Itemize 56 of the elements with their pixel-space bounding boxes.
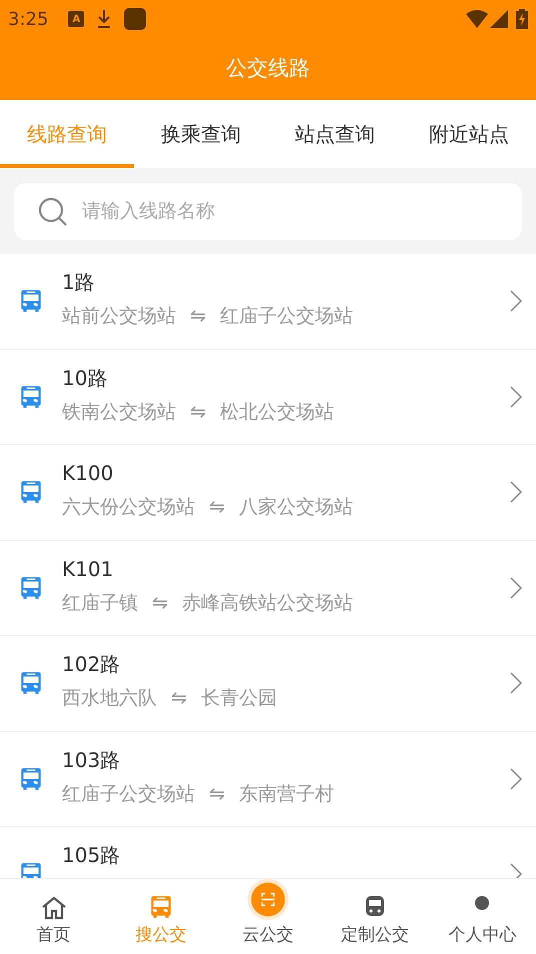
direction-icon: ⇋ <box>171 685 187 711</box>
tab[interactable]: 站点查询 <box>268 100 402 168</box>
chevron-icon <box>510 576 522 599</box>
signal-icon <box>490 10 508 28</box>
chevron-icon <box>510 672 522 694</box>
route-end: 红庙子公交场站 <box>220 304 353 329</box>
route-name: 10路 <box>62 364 108 390</box>
route-start: 铁南公交场站 <box>62 400 176 424</box>
route-start: 西水地六队 <box>62 686 157 711</box>
route-row[interactable]: K100 六大份公交场站 ⇋ 八家公交场站 <box>0 445 536 540</box>
route-start: 红庙子镇 <box>62 590 138 616</box>
route-start: 六大份公交场站 <box>62 495 195 520</box>
chevron-icon <box>510 290 522 312</box>
route-end: 八家公交场站 <box>238 495 353 520</box>
route-end: 赤峰高铁站公交场站 <box>182 590 353 616</box>
route-name: 1路 <box>62 269 96 295</box>
nav-tab[interactable]: 定制公交 <box>322 879 429 954</box>
status-time: 3:25 <box>8 8 48 32</box>
route-name: K100 <box>62 460 114 486</box>
route-end: 东南营子村 <box>238 782 334 806</box>
route-name: 105路 <box>62 842 122 868</box>
nav-tab[interactable]: 首页 <box>0 879 108 954</box>
chevron-icon <box>510 481 522 504</box>
chevron-icon <box>510 768 522 790</box>
search-icon <box>38 196 68 226</box>
route-name: 102路 <box>62 651 122 677</box>
home-icon <box>40 896 67 920</box>
nav-tab[interactable]: 个人中心 <box>428 879 536 954</box>
direction-icon: ⇋ <box>209 494 225 520</box>
wifi-icon <box>466 10 488 28</box>
route-start: 站前公交场站 <box>62 304 176 329</box>
direction-icon: ⇋ <box>209 780 225 806</box>
route-start: 红庙子公交场站 <box>62 782 195 806</box>
search-bar[interactable]: 请输入线路名称 <box>14 183 522 240</box>
direction-icon: ⇋ <box>190 303 206 329</box>
direction-icon: ⇋ <box>190 398 206 424</box>
route-end: 松北公交场站 <box>220 400 334 424</box>
tab[interactable]: 换乘查询 <box>134 100 268 168</box>
download-icon <box>96 9 112 29</box>
direction-icon: ⇋ <box>152 590 168 616</box>
route-row[interactable]: 102路 西水地六队 ⇋ 长青公园 <box>0 636 536 732</box>
route-row[interactable]: 1路 站前公交场站 ⇋ 红庙子公交场站 <box>0 254 536 350</box>
route-end: 长青公园 <box>200 686 277 711</box>
route-row[interactable]: 10路 铁南公交场站 ⇋ 松北公交场站 <box>0 350 536 445</box>
chevron-icon <box>510 386 522 408</box>
battery-icon <box>516 9 528 29</box>
page-title: 公交线路 <box>226 55 310 82</box>
route-name: 103路 <box>62 746 122 772</box>
route-name: K101 <box>62 556 114 582</box>
route-row[interactable]: K101 红庙子镇 ⇋ 赤峰高铁站公交场站 <box>0 540 536 636</box>
tab[interactable]: 附近站点 <box>402 100 536 168</box>
nav-tab[interactable]: 云公交 <box>214 879 322 954</box>
route-row[interactable]: 103路 红庙子公交场站 ⇋ 东南营子村 <box>0 732 536 827</box>
dot-icon <box>475 896 490 910</box>
app-icon <box>124 8 146 30</box>
notification-badge: A <box>68 11 84 27</box>
